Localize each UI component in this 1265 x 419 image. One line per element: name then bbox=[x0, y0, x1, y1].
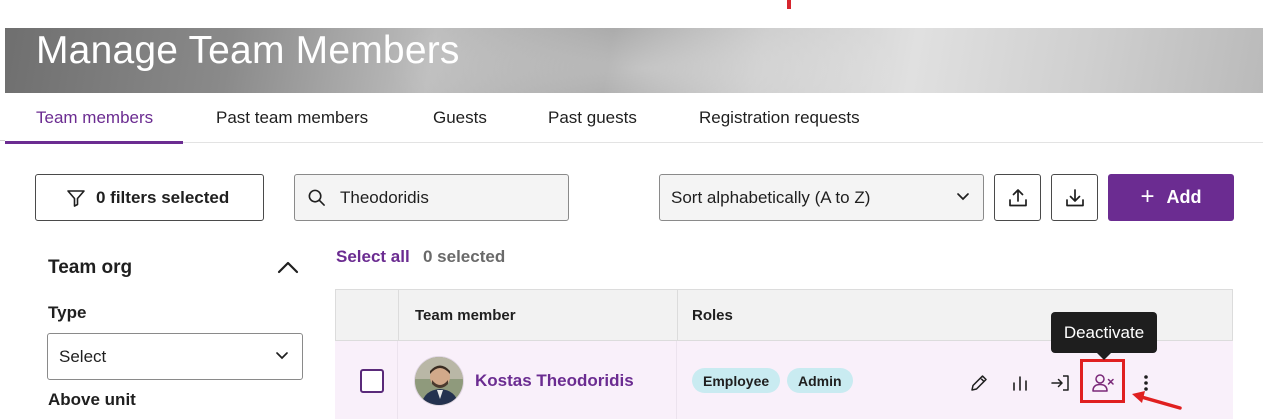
sidebar-section-title: Team org bbox=[48, 257, 133, 278]
column-divider bbox=[676, 341, 677, 419]
type-select[interactable]: Select bbox=[47, 333, 303, 380]
type-label: Type bbox=[48, 303, 87, 322]
member-name-link[interactable]: Kostas Theodoridis bbox=[475, 371, 634, 391]
header-roles[interactable]: Roles bbox=[692, 307, 733, 324]
tab-past-guests[interactable]: Past guests bbox=[548, 93, 637, 143]
add-label: Add bbox=[1166, 187, 1202, 207]
role-badge-employee: Employee bbox=[692, 368, 781, 393]
select-all-link[interactable]: Select all bbox=[336, 247, 410, 267]
column-divider bbox=[397, 341, 398, 419]
edit-button[interactable] bbox=[964, 368, 994, 398]
deactivate-button[interactable] bbox=[1088, 368, 1118, 398]
column-divider bbox=[398, 290, 399, 340]
upload-button[interactable] bbox=[994, 174, 1041, 221]
chevron-down-icon bbox=[276, 352, 288, 360]
chevron-down-icon bbox=[957, 193, 969, 201]
header-team-member[interactable]: Team member bbox=[415, 307, 516, 324]
search-icon bbox=[308, 189, 325, 206]
bar-chart-icon bbox=[1013, 376, 1027, 391]
sort-value: Sort alphabetically (A to Z) bbox=[671, 187, 871, 207]
tab-registration-requests[interactable]: Registration requests bbox=[699, 93, 860, 143]
divider bbox=[0, 140, 5, 141]
deactivate-tooltip: Deactivate bbox=[1051, 312, 1157, 360]
above-unit-label: Above unit bbox=[48, 390, 136, 409]
add-button[interactable]: + Add bbox=[1108, 174, 1234, 221]
red-marker bbox=[787, 0, 791, 9]
page-title: Manage Team Members bbox=[36, 29, 460, 72]
pencil-icon bbox=[971, 375, 987, 391]
selected-count: 0 selected bbox=[423, 247, 506, 266]
filters-label: 0 filters selected bbox=[96, 187, 230, 207]
tab-guests[interactable]: Guests bbox=[433, 93, 487, 143]
red-arrow-annotation bbox=[1132, 391, 1182, 410]
type-select-value: Select bbox=[59, 346, 107, 366]
page-banner: Manage Team Members bbox=[5, 28, 1263, 93]
tab-team-members[interactable]: Team members bbox=[4, 93, 184, 144]
stats-button[interactable] bbox=[1005, 368, 1035, 398]
sign-in-icon bbox=[1051, 375, 1069, 391]
tab-past-team-members[interactable]: Past team members bbox=[216, 93, 368, 143]
filter-icon bbox=[67, 189, 85, 207]
top-strip bbox=[0, 0, 1265, 28]
plus-icon: + bbox=[1140, 182, 1155, 210]
column-divider bbox=[677, 290, 678, 340]
role-badge-admin: Admin bbox=[787, 368, 853, 393]
row-checkbox[interactable] bbox=[360, 369, 384, 393]
login-as-button[interactable] bbox=[1046, 368, 1076, 398]
chevron-up-icon[interactable] bbox=[276, 260, 300, 276]
search-input[interactable] bbox=[340, 187, 540, 208]
avatar bbox=[414, 356, 464, 406]
user-deactivate-icon bbox=[1092, 374, 1114, 392]
search-box[interactable] bbox=[294, 174, 569, 221]
download-icon bbox=[1065, 188, 1084, 206]
upload-icon bbox=[1008, 188, 1027, 206]
sort-select[interactable]: Sort alphabetically (A to Z) bbox=[659, 174, 984, 221]
tab-bar: Team members Past team members Guests Pa… bbox=[4, 93, 1263, 144]
download-button[interactable] bbox=[1051, 174, 1098, 221]
filters-button[interactable]: 0 filters selected bbox=[35, 174, 264, 221]
